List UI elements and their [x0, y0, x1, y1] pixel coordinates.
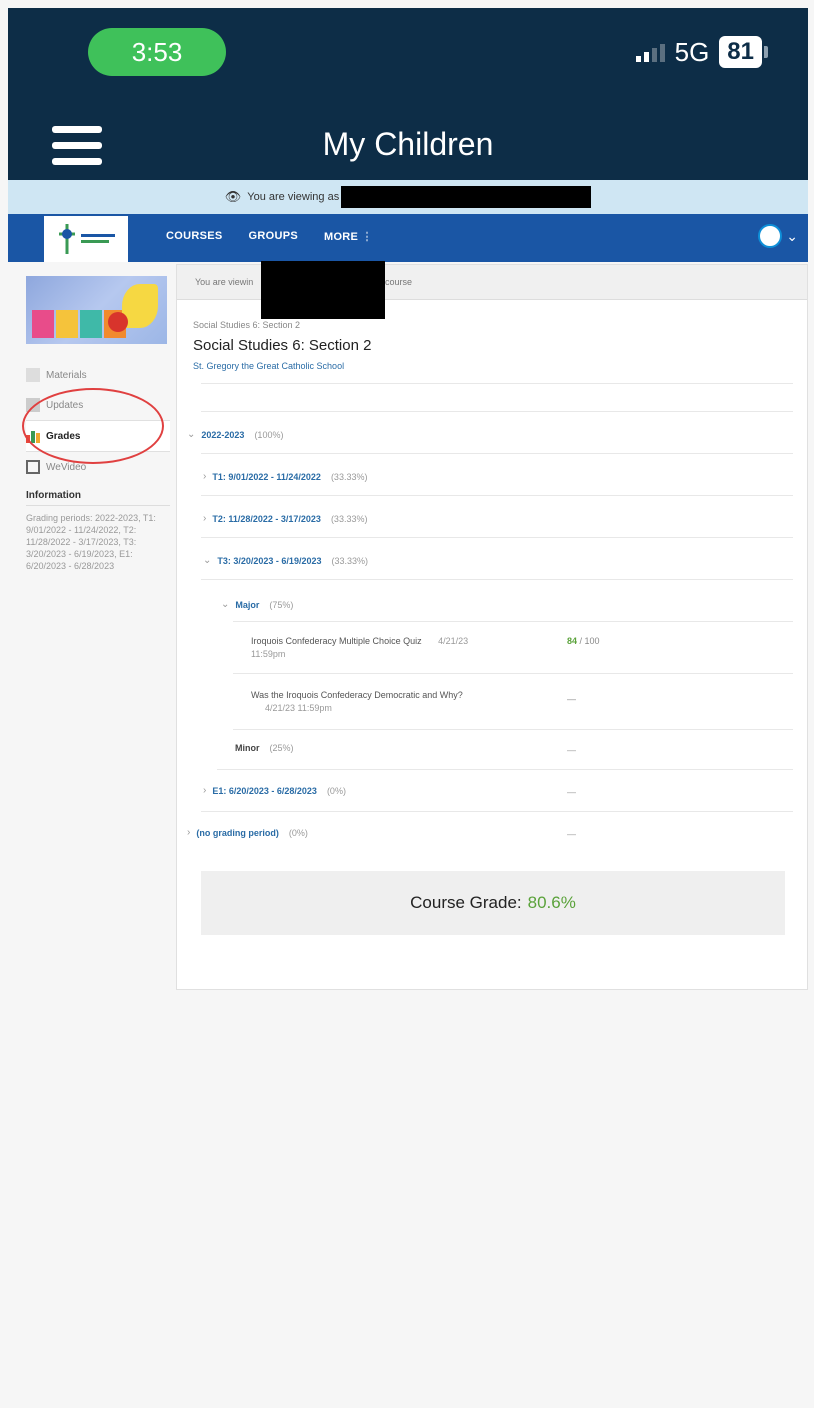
assignment-row[interactable]: Was the Iroquois Confederacy Democratic …: [251, 689, 511, 715]
breadcrumb[interactable]: Social Studies 6: Section 2: [193, 320, 300, 330]
avatar: [758, 224, 783, 248]
chevron-right-icon: ›: [203, 471, 207, 482]
status-indicators: 5G 81: [635, 36, 768, 68]
period-t1-row[interactable]: › T1: 9/01/2022 - 11/24/2022 (33.33%): [203, 471, 367, 482]
chevron-down-icon: ⌄: [786, 227, 798, 244]
chevron-down-icon: ⌄: [221, 599, 230, 610]
period-e1-row[interactable]: › E1: 6/20/2023 - 6/28/2023 (0%): [203, 785, 346, 796]
nav-courses[interactable]: COURSES: [166, 230, 223, 243]
app-header: 3:53 5G 81 My Children: [8, 8, 808, 180]
wevideo-icon: [26, 460, 40, 474]
viewing-as-banner: 👁 You are viewing as: [8, 180, 808, 214]
course-grade-value: 80.6%: [527, 893, 576, 912]
category-minor-row[interactable]: Minor (25%): [235, 743, 294, 753]
page-title: My Children: [322, 126, 494, 162]
materials-icon: [26, 368, 40, 382]
redacted-name: [341, 186, 592, 208]
status-time: 3:53: [88, 28, 226, 76]
information-heading: Information: [26, 490, 170, 506]
account-menu[interactable]: ⌄: [758, 224, 798, 248]
highlight-circle-annotation: [22, 388, 164, 464]
viewing-as-text: You are viewing as: [247, 191, 340, 203]
chevron-down-icon: ⌄: [203, 555, 212, 566]
minor-score: —: [567, 745, 576, 755]
course-grade-label: Course Grade:: [410, 893, 522, 912]
period-t2-row[interactable]: › T2: 11/28/2022 - 3/17/2023 (33.33%): [203, 513, 367, 524]
chevron-down-icon: ⌄: [187, 429, 196, 440]
sidebar-item-materials[interactable]: Materials: [26, 360, 170, 390]
assignment-score: —: [567, 694, 576, 704]
period-year-row[interactable]: ⌄ 2022-2023 (100%): [187, 429, 283, 440]
no-grading-period-row[interactable]: › (no grading period) (0%): [187, 827, 308, 838]
viewing-course-header: You are viewin course: [177, 261, 807, 319]
signal-icon: [635, 42, 665, 62]
school-link[interactable]: St. Gregory the Great Catholic School: [193, 361, 344, 371]
no-period-score: —: [567, 829, 576, 839]
course-title: Social Studies 6: Section 2: [193, 337, 372, 354]
grading-periods-info: Grading periods: 2022-2023, T1: 9/01/202…: [26, 513, 156, 571]
nav-groups[interactable]: GROUPS: [249, 230, 298, 243]
school-logo[interactable]: [44, 216, 128, 262]
course-grade-box: Course Grade: 80.6%: [201, 871, 785, 935]
top-nav: COURSES GROUPS MORE ⋮ ⌄: [8, 214, 808, 262]
course-image: [26, 276, 167, 344]
assignment-score: 84 / 100: [567, 636, 600, 646]
nav-more[interactable]: MORE ⋮: [324, 230, 373, 243]
chevron-right-icon: ›: [187, 827, 191, 838]
e1-score: —: [567, 787, 576, 797]
redacted-name: [261, 261, 385, 319]
period-t3-row[interactable]: ⌄ T3: 3/20/2023 - 6/19/2023 (33.33%): [203, 555, 368, 566]
assignment-row[interactable]: Iroquois Confederacy Multiple Choice Qui…: [251, 635, 511, 661]
battery-icon: 81: [719, 36, 762, 68]
category-major-row[interactable]: ⌄ Major (75%): [221, 599, 293, 610]
chevron-right-icon: ›: [203, 513, 207, 524]
eye-icon: 👁: [224, 189, 242, 204]
chevron-right-icon: ›: [203, 785, 207, 796]
network-type: 5G: [674, 36, 710, 67]
grades-panel: You are viewin course Social Studies 6: …: [176, 261, 808, 990]
